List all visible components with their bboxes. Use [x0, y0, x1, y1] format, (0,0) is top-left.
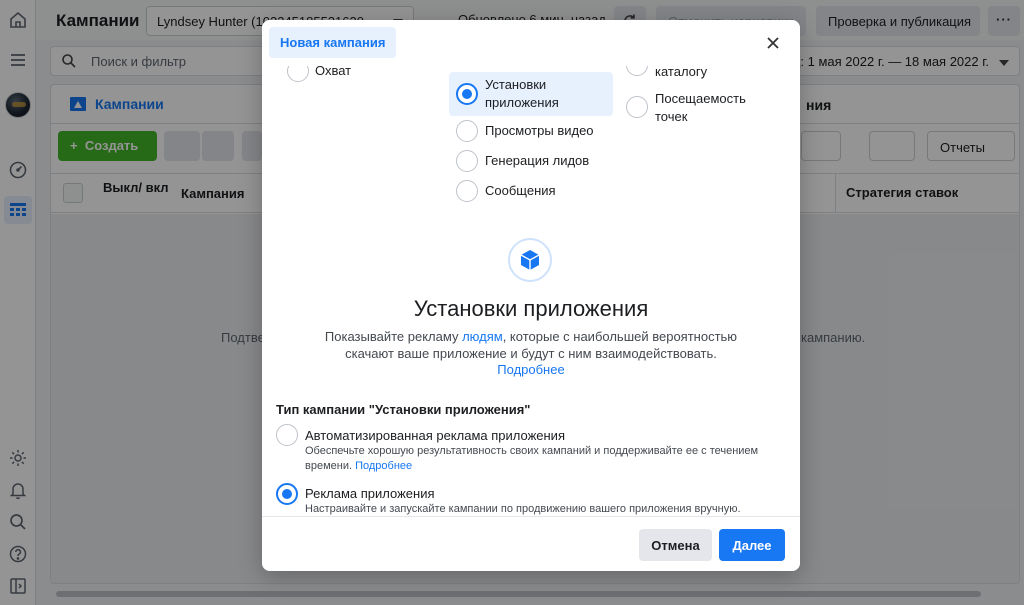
objective-store-traffic-label[interactable]: Посещаемость точек [655, 90, 765, 126]
next-button[interactable]: Далее [719, 529, 785, 561]
type-automated-learn-more-link[interactable]: Подробнее [355, 460, 412, 472]
objective-video-views-radio[interactable] [456, 120, 478, 142]
type-manual-description: Настраивайте и запускайте кампании по пр… [305, 503, 741, 515]
type-manual-label[interactable]: Реклама приложения [305, 486, 435, 501]
objective-lead-gen-radio[interactable] [456, 150, 478, 172]
objective-app-installs-radio[interactable] [456, 83, 478, 105]
objective-reach-radio[interactable] [287, 66, 309, 82]
dialog-body: Охват Установки приложения Просмотры вид… [262, 66, 800, 516]
dialog-title-chip: Новая кампания [269, 27, 397, 58]
objective-catalog-radio[interactable] [626, 66, 648, 76]
objective-lead-gen-label[interactable]: Генерация лидов [485, 152, 589, 170]
objective-messages-label[interactable]: Сообщения [485, 182, 556, 200]
campaign-type-heading: Тип кампании "Установки приложения" [276, 402, 531, 417]
learn-more-link[interactable]: Подробнее [262, 362, 800, 377]
people-link[interactable]: людям [462, 329, 503, 344]
objective-app-installs-label[interactable]: Установки приложения [485, 76, 595, 112]
objective-detail-title: Установки приложения [413, 296, 649, 321]
close-button[interactable] [762, 32, 784, 54]
objective-video-views-label[interactable]: Просмотры видео [485, 122, 594, 140]
objective-messages-radio[interactable] [456, 180, 478, 202]
new-campaign-dialog: Новая кампания Охват Установки приложени… [262, 20, 800, 571]
app-installs-cube-icon [508, 238, 552, 282]
type-automated-radio[interactable] [276, 424, 298, 446]
objective-store-traffic-radio[interactable] [626, 96, 648, 118]
cancel-button[interactable]: Отмена [639, 529, 712, 561]
objective-reach-label[interactable]: Охват [315, 66, 351, 80]
dialog-footer: Отмена Далее [262, 516, 800, 571]
description-text-start: Показывайте рекламу [324, 329, 463, 344]
objective-catalog-label[interactable]: каталогу [655, 66, 707, 81]
objective-detail-description: Показывайте рекламу людям, которые с наи… [322, 328, 740, 362]
type-automated-label[interactable]: Автоматизированная реклама приложения [305, 428, 565, 443]
close-icon [767, 37, 779, 49]
type-automated-description: Обеспечьте хорошую результативность свои… [305, 444, 765, 474]
dialog-header: Новая кампания [262, 20, 800, 66]
type-manual-radio[interactable] [276, 483, 298, 505]
